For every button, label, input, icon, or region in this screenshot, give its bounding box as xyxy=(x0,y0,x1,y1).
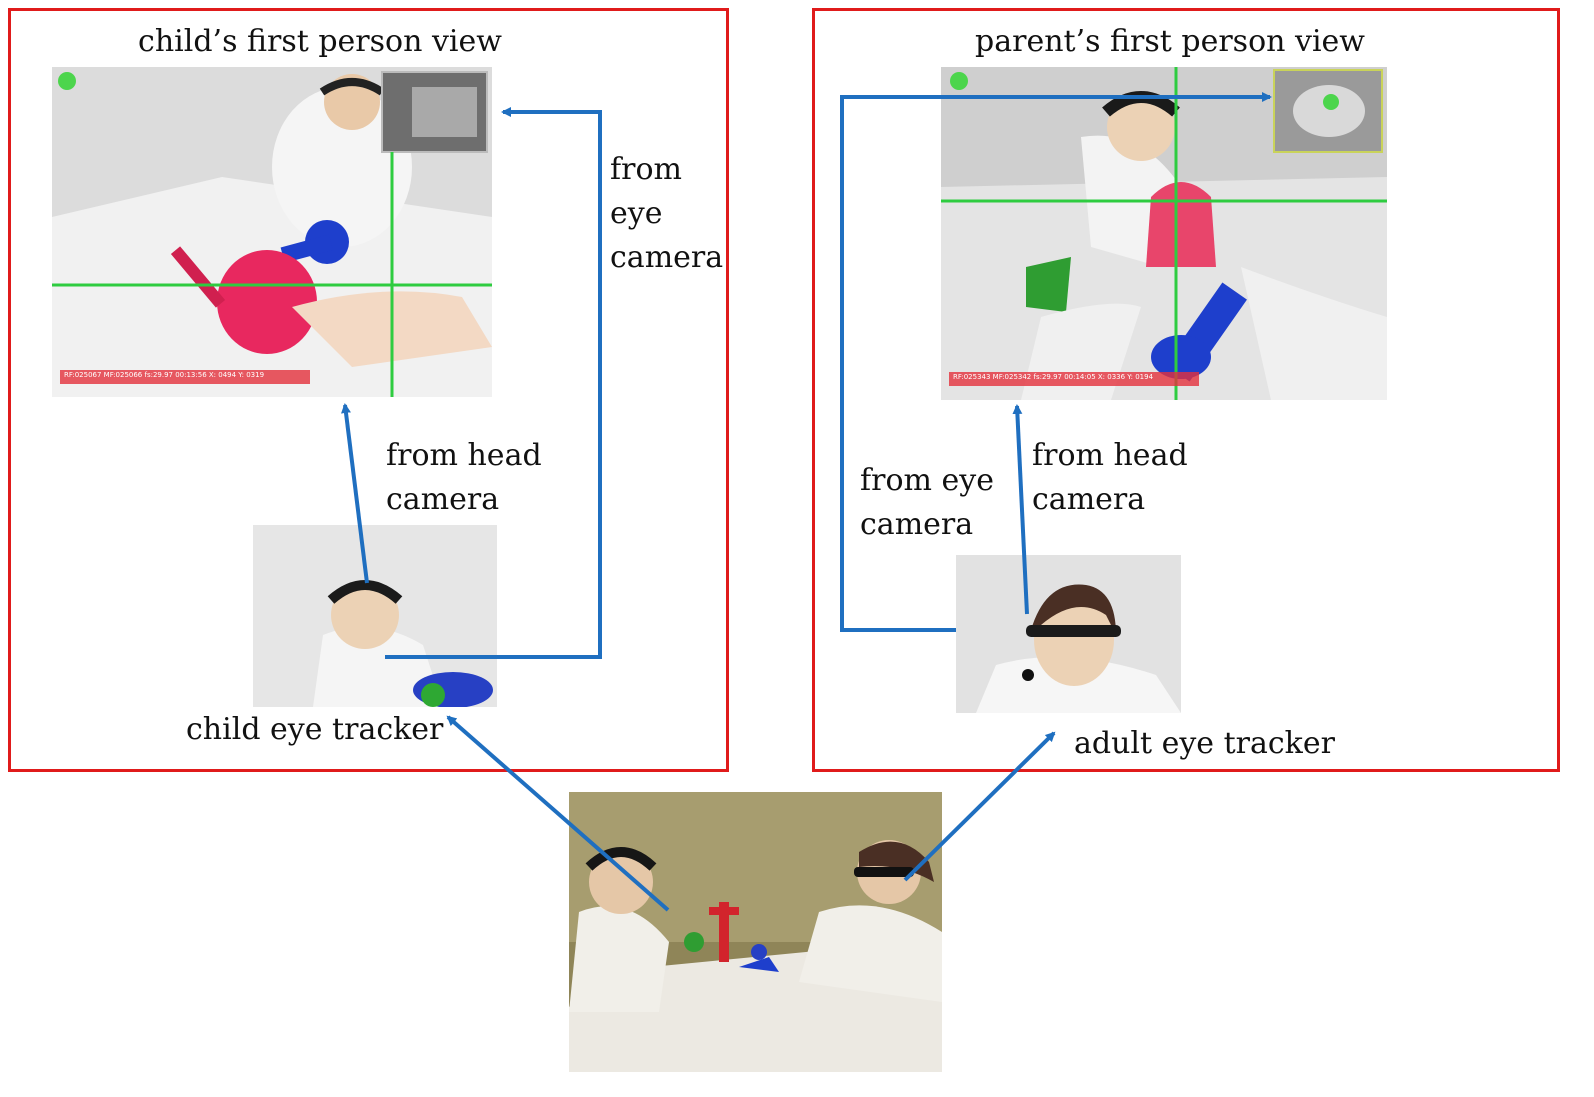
adult-eye-tracker-photo xyxy=(956,555,1181,713)
child-eye-tracker-caption: child eye tracker xyxy=(186,712,444,747)
child-view-overlay-text: RF:025067 MF:025066 fs:29.97 00:13:56 X:… xyxy=(64,371,265,379)
child-eye-tracker-photo xyxy=(253,525,497,707)
child-from-head-line-1: from head xyxy=(386,438,542,473)
child-first-person-view-frame: RF:025067 MF:025066 fs:29.97 00:13:56 X:… xyxy=(52,67,492,397)
parent-first-person-view-frame: RF:025343 MF:025342 fs:29.97 00:14:05 X:… xyxy=(941,67,1387,400)
child-from-eye-line-3: camera xyxy=(610,240,724,275)
child-from-eye-line-2: eye xyxy=(610,196,663,231)
adult-eye-tracker-caption: adult eye tracker xyxy=(1074,726,1335,761)
parent-from-head-line-2: camera xyxy=(1032,482,1146,517)
shared-scene-photo xyxy=(569,792,942,1072)
parent-view-title: parent’s first person view xyxy=(975,24,1365,59)
parent-from-head-line-1: from head xyxy=(1032,438,1188,473)
parent-view-overlay-text: RF:025343 MF:025342 fs:29.97 00:14:05 X:… xyxy=(953,373,1154,381)
parent-from-eye-line-2: camera xyxy=(860,507,974,542)
child-view-title: child’s first person view xyxy=(138,24,502,59)
child-from-head-line-2: camera xyxy=(386,482,500,517)
child-from-eye-line-1: from xyxy=(610,152,682,187)
parent-from-eye-line-1: from eye xyxy=(860,463,994,498)
